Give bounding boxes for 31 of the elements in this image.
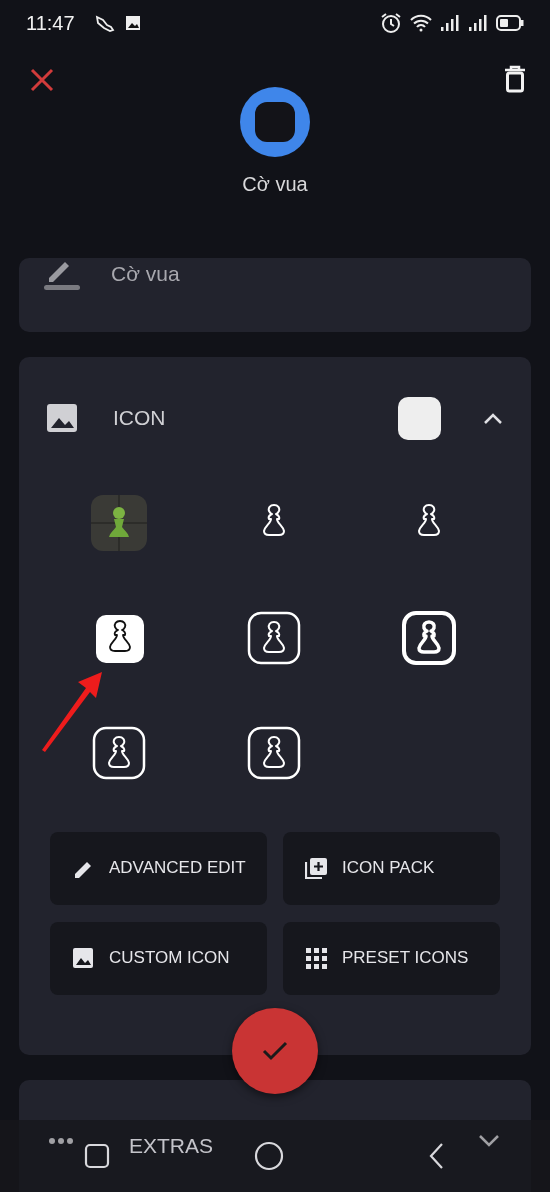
recents-icon[interactable] bbox=[84, 1143, 110, 1169]
home-icon[interactable] bbox=[254, 1141, 284, 1171]
signal-icon bbox=[440, 13, 460, 32]
pawn-icon[interactable] bbox=[91, 495, 149, 553]
close-button[interactable] bbox=[30, 67, 54, 92]
app-icon bbox=[240, 87, 310, 157]
check-icon bbox=[262, 1041, 288, 1061]
grid-icon bbox=[305, 947, 328, 970]
more-icon[interactable] bbox=[48, 1137, 74, 1145]
section-title: ICON bbox=[113, 405, 166, 432]
image-icon bbox=[47, 404, 77, 432]
color-swatch[interactable] bbox=[398, 396, 441, 440]
add-box-icon bbox=[305, 857, 328, 880]
image-icon bbox=[124, 14, 141, 31]
action-button[interactable]: PRESET ICONS bbox=[283, 922, 500, 995]
back-icon[interactable] bbox=[428, 1142, 444, 1170]
signal-icon bbox=[468, 13, 488, 32]
name-field[interactable]: Cờ vua bbox=[111, 258, 180, 290]
battery-icon bbox=[496, 13, 524, 32]
action-button[interactable]: ICON PACK bbox=[283, 832, 500, 905]
trash-icon[interactable] bbox=[504, 65, 526, 93]
chevron-down-icon[interactable] bbox=[478, 1134, 500, 1148]
alarm-icon bbox=[380, 11, 402, 34]
image-icon bbox=[72, 947, 95, 970]
wifi-icon bbox=[410, 13, 432, 32]
pawn-icon[interactable] bbox=[401, 610, 459, 668]
action-button[interactable]: ADVANCED EDIT bbox=[50, 832, 267, 905]
clock-time: 11:47 bbox=[26, 10, 75, 36]
app-label: Cờ vua bbox=[242, 172, 308, 197]
section-title: EXTRAS bbox=[129, 1134, 214, 1157]
action-button[interactable]: CUSTOM ICON bbox=[50, 922, 267, 995]
